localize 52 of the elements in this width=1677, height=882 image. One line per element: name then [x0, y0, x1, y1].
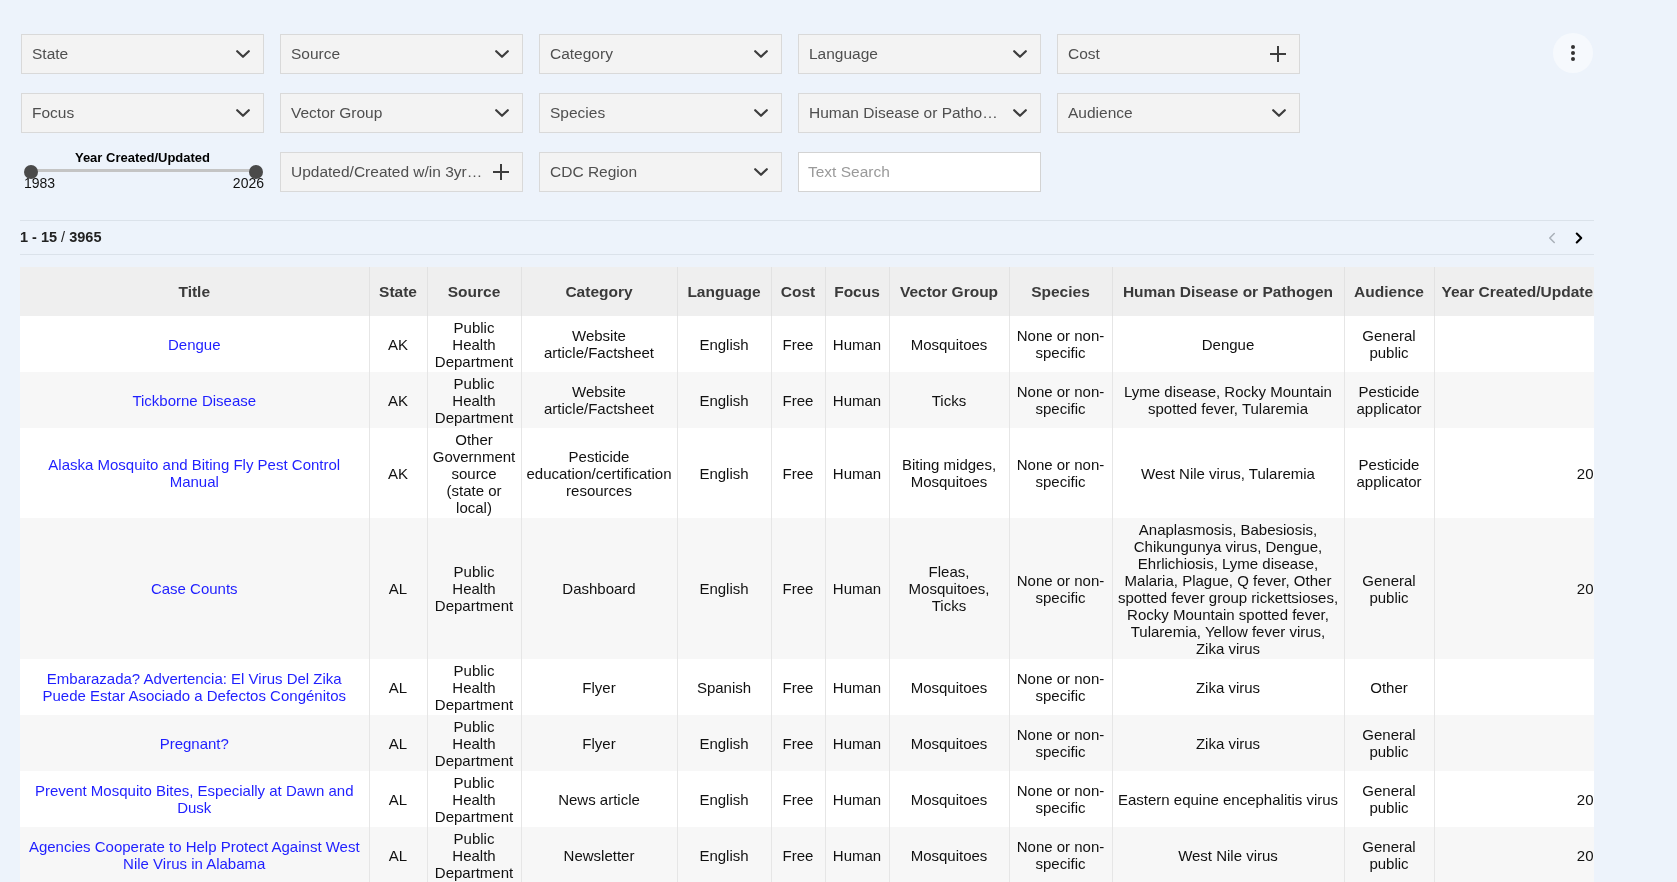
more-options-button[interactable]	[1553, 33, 1593, 73]
title-link[interactable]: Dengue	[24, 335, 365, 353]
chevron-down-icon	[1013, 109, 1027, 117]
text-search-field[interactable]: Text Search	[798, 152, 1041, 192]
table-cell: Newsletter	[521, 827, 677, 882]
slider-handle[interactable]	[249, 165, 263, 179]
title-link[interactable]: Prevent Mosquito Bites, Especially at Dawn and Dusk	[24, 782, 365, 816]
table-cell: English	[677, 827, 771, 882]
filter-dropdown[interactable]: CDC Region	[539, 152, 782, 192]
table-cell: Human	[825, 827, 889, 882]
filter-dropdown[interactable]: Human Disease or Patho…	[798, 93, 1041, 133]
chevron-down-icon	[236, 109, 250, 117]
table-cell: Mosquitoes	[889, 827, 1009, 882]
title-link[interactable]: Case Counts	[24, 580, 365, 597]
table-cell: General public	[1344, 827, 1434, 882]
table-cell: AL	[369, 827, 427, 882]
chevron-down-icon	[754, 50, 768, 58]
title-link[interactable]: Tickborne Disease	[24, 391, 365, 409]
title-link[interactable]: Pregnant?	[24, 734, 365, 752]
slider-min-label: 1983	[24, 176, 56, 191]
filter-dropdown[interactable]: Language	[798, 34, 1041, 74]
filter-dropdown[interactable]: State	[21, 34, 264, 74]
filter-dropdown[interactable]: Focus	[21, 93, 264, 133]
slider-title: Year Created/Updated	[74, 151, 211, 165]
table-cell: 20	[1434, 827, 1594, 882]
vertical-dots-icon	[1571, 45, 1575, 61]
table-cell: None or non-specific	[1009, 827, 1112, 882]
title-link[interactable]: Embarazada? Advertencia: El Virus Del Zika Puede Estar Asociado a Defectos Congénitos	[24, 670, 365, 704]
title-link[interactable]: Agencies Cooperate to Help Protect Against West Nile Virus in Alabama	[24, 838, 365, 872]
table-cell: Free	[771, 827, 825, 882]
pagination-range: 1 - 15 / 3965	[20, 227, 102, 247]
chevron-down-icon	[495, 109, 509, 117]
plus-icon	[493, 164, 509, 180]
filter-dropdown[interactable]: Category	[539, 34, 782, 74]
title-link[interactable]: Alaska Mosquito and Biting Fly Pest Control Manual	[24, 456, 365, 490]
plus-icon	[1270, 46, 1286, 62]
chevron-down-icon	[754, 109, 768, 117]
chevron-down-icon	[754, 168, 768, 176]
slider-handle[interactable]	[24, 165, 38, 179]
filter-add-button[interactable]: Updated/Created w/in 3yr…	[280, 152, 523, 192]
table-cell: Public Health Department	[427, 827, 521, 882]
chevron-down-icon	[495, 50, 509, 58]
filter-dropdown[interactable]: Species	[539, 93, 782, 133]
filter-dropdown[interactable]: Source	[280, 34, 523, 74]
filter-add-button[interactable]: Cost	[1057, 34, 1300, 74]
slider-max-label: 2026	[232, 176, 264, 191]
chevron-down-icon	[1272, 109, 1286, 117]
chevron-down-icon	[1013, 50, 1027, 58]
filter-dropdown[interactable]: Audience	[1057, 93, 1300, 133]
filter-dropdown[interactable]: Vector Group	[280, 93, 523, 133]
chevron-down-icon	[236, 50, 250, 58]
table-cell: West Nile virus	[1112, 827, 1344, 882]
